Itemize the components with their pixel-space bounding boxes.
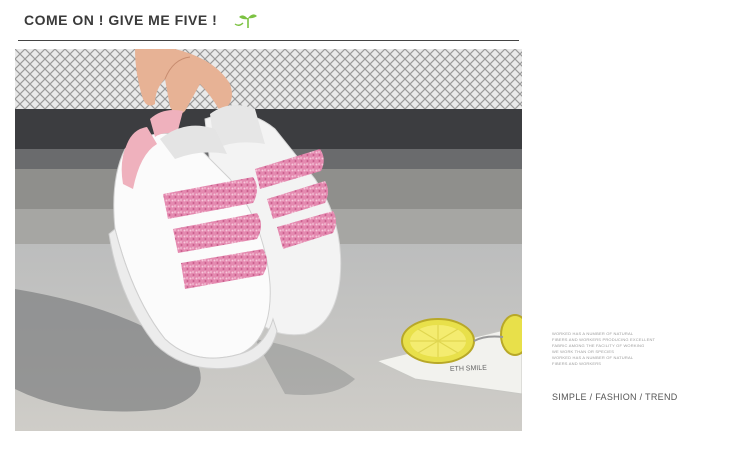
- card-text: ETH SMILE: [450, 365, 488, 373]
- header: COME ON ! GIVE ME FIVE !: [24, 10, 259, 30]
- shoe-photo: ETH SMILE: [15, 49, 522, 431]
- side-note-line: FIBERS AND WORKERS: [552, 361, 602, 366]
- side-note: WORKED HAS A NUMBER OF NATURAL FIBERS AN…: [552, 331, 672, 367]
- header-divider: [18, 40, 519, 41]
- tagline: SIMPLE / FASHION / TREND: [552, 392, 678, 402]
- sprout-icon: [234, 14, 258, 28]
- page-title: COME ON ! GIVE ME FIVE !: [24, 12, 218, 28]
